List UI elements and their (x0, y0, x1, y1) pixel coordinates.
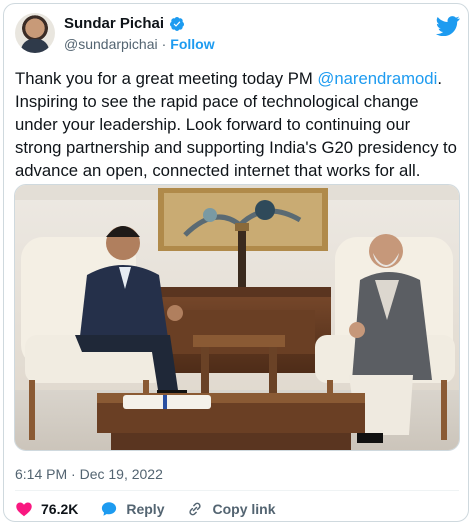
tweet-text-start: Thank you for a great meeting today PM (15, 69, 318, 88)
meeting-photo-illustration (15, 185, 459, 450)
divider (15, 490, 459, 491)
author-name[interactable]: Sundar Pichai (64, 15, 164, 32)
reply-action[interactable]: Reply (100, 500, 164, 518)
like-count: 76.2K (41, 501, 79, 517)
tweet-text: Thank you for a great meeting today PM @… (15, 67, 461, 182)
author-handle[interactable]: @sundarpichai (64, 36, 158, 52)
reply-label: Reply (126, 501, 165, 517)
avatar[interactable] (15, 13, 55, 53)
copy-link-action[interactable]: Copy link (186, 500, 276, 518)
tweet-actions: 76.2K Reply Copy link (15, 500, 298, 518)
copy-link-label: Copy link (212, 501, 276, 517)
handle-separator: · (161, 36, 167, 52)
reply-bubble-icon[interactable] (100, 500, 118, 518)
verified-badge-icon (170, 16, 185, 31)
tweet-photo[interactable] (14, 184, 460, 451)
heart-icon[interactable] (15, 500, 33, 518)
follow-button[interactable]: Follow (170, 36, 214, 52)
tweet-timestamp[interactable]: 6:14 PM · Dec 19, 2022 (15, 466, 163, 482)
like-action[interactable]: 76.2K (15, 500, 78, 518)
mention-link[interactable]: @narendramodi (317, 69, 437, 88)
twitter-bird-icon[interactable] (436, 16, 460, 36)
link-icon[interactable] (186, 500, 204, 518)
